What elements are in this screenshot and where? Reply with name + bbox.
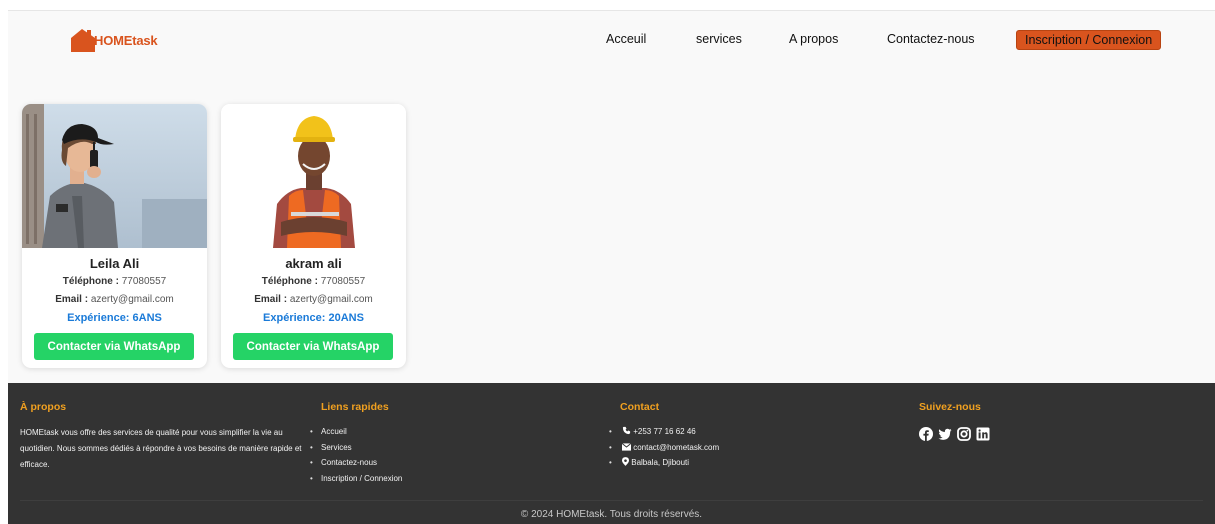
footer-links-title: Liens rapides — [321, 401, 389, 413]
footer: À propos HOMEtask vous offre des service… — [8, 383, 1215, 524]
list-item: Services — [310, 440, 402, 456]
list-item: Inscription / Connexion — [310, 471, 402, 487]
worker-name: Leila Ali — [89, 256, 140, 271]
page: HOMEtask Acceuil services A propos Conta… — [8, 10, 1215, 524]
worker-phone: Téléphone : 77080557 — [221, 276, 406, 287]
facebook-icon[interactable] — [919, 427, 933, 441]
email-value: azerty@gmail.com — [90, 294, 174, 305]
list-item: Accueil — [310, 424, 402, 440]
footer-contact-title: Contact — [620, 401, 660, 413]
copyright: © 2024 HOMEtask. Tous droits réservés. — [520, 509, 703, 520]
footer-divider — [20, 500, 1203, 501]
worker-card: Leila Ali Téléphone : 77080557 Email : a… — [22, 104, 207, 368]
header: HOMEtask Acceuil services A propos Conta… — [8, 11, 1215, 69]
footer-contact-list: +253 77 16 62 46 contact@hometask.com Ba… — [609, 424, 719, 471]
worker-photo — [221, 104, 406, 248]
map-marker-icon — [622, 457, 630, 466]
contact-whatsapp-button[interactable]: Contacter via WhatsApp — [233, 333, 393, 360]
list-item: +253 77 16 62 46 — [609, 424, 719, 440]
nav-services[interactable]: services — [696, 32, 742, 46]
worker-card: akram ali Téléphone : 77080557 Email : a… — [221, 104, 406, 368]
footer-about-text: HOMEtask vous offre des services de qual… — [20, 428, 302, 469]
phone-label: Téléphone : — [261, 276, 318, 287]
nav-contactez-nous[interactable]: Contactez-nous — [887, 32, 975, 46]
email-value: azerty@gmail.com — [289, 294, 373, 305]
nav-accueil[interactable]: Acceuil — [606, 32, 646, 46]
footer-social-title: Suivez-nous — [919, 401, 981, 413]
contact-whatsapp-button[interactable]: Contacter via WhatsApp — [34, 333, 194, 360]
worker-phone: Téléphone : 77080557 — [22, 276, 207, 287]
list-item: Balbala, Djibouti — [609, 455, 719, 471]
worker-experience: Expérience: 20ANS — [263, 312, 364, 324]
worker-experience: Expérience: 6ANS — [67, 312, 162, 324]
worker-photo — [22, 104, 207, 248]
contact-email[interactable]: contact@hometask.com — [633, 443, 719, 452]
list-item: contact@hometask.com — [609, 440, 719, 456]
contact-phone: +253 77 16 62 46 — [633, 427, 696, 436]
envelope-icon — [622, 442, 632, 451]
phone-value: 77080557 — [320, 276, 366, 287]
email-label: Email : — [254, 294, 288, 305]
linkedin-icon[interactable] — [976, 427, 990, 441]
footer-link-contactez-nous[interactable]: Contactez-nous — [321, 458, 377, 467]
phone-label: Téléphone : — [62, 276, 119, 287]
worker-email: Email : azerty@gmail.com — [22, 294, 207, 305]
email-label: Email : — [55, 294, 89, 305]
nav-inscription-connexion-button[interactable]: Inscription / Connexion — [1016, 30, 1162, 50]
list-item: Contactez-nous — [310, 455, 402, 471]
phone-icon — [623, 426, 631, 435]
footer-link-inscription[interactable]: Inscription / Connexion — [321, 474, 402, 483]
worker-email: Email : azerty@gmail.com — [221, 294, 406, 305]
nav-a-propos[interactable]: A propos — [789, 32, 838, 46]
footer-about-title: À propos — [20, 401, 67, 413]
main-nav: Acceuil services A propos Contactez-nous… — [8, 30, 1215, 50]
instagram-icon[interactable] — [957, 427, 971, 441]
social-icons — [919, 427, 990, 441]
footer-link-accueil[interactable]: Accueil — [321, 427, 347, 436]
footer-link-services[interactable]: Services — [321, 443, 352, 452]
phone-value: 77080557 — [121, 276, 167, 287]
worker-name: akram ali — [285, 256, 342, 271]
twitter-icon[interactable] — [938, 427, 952, 441]
contact-address: Balbala, Djibouti — [631, 458, 690, 467]
footer-links-list: Accueil Services Contactez-nous Inscript… — [310, 424, 402, 486]
